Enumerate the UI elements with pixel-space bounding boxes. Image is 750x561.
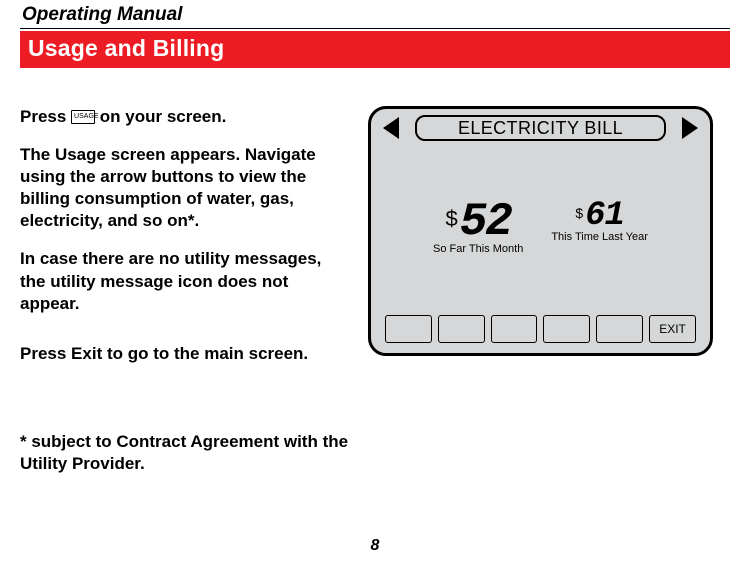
softkey-2[interactable] (438, 315, 485, 343)
nav-prev-button[interactable] (371, 109, 411, 147)
exit-word: Exit (71, 344, 102, 363)
text: Press (20, 107, 71, 126)
para-press-exit: Press Exit to go to the main screen. (20, 343, 350, 365)
text: to go to the main screen. (102, 344, 308, 363)
readout-previous-value-row: $61 (551, 199, 648, 233)
softkey-1[interactable] (385, 315, 432, 343)
screen-title: ELECTRICITY BILL (458, 118, 623, 139)
softkey-5[interactable] (596, 315, 643, 343)
readouts: $52 So Far This Month $61 This Time Last… (371, 199, 710, 255)
device-title-bar: ELECTRICITY BILL (371, 109, 710, 147)
readout-current-value-row: $52 (433, 199, 523, 245)
readout-previous: $61 This Time Last Year (551, 199, 648, 255)
softkey-3[interactable] (491, 315, 538, 343)
screen-title-pill: ELECTRICITY BILL (415, 115, 666, 141)
manual-title: Operating Manual (22, 4, 182, 26)
footnote: * subject to Contract Agreement with the… (20, 431, 390, 475)
current-caption: So Far This Month (433, 243, 523, 255)
currency-symbol: $ (575, 205, 583, 221)
section-bar: Usage and Billing (20, 31, 730, 68)
previous-value: 61 (585, 199, 624, 233)
nav-next-button[interactable] (670, 109, 710, 147)
header-rule (20, 28, 730, 29)
softkey-row: EXIT (385, 315, 696, 343)
text: on your screen. (95, 107, 226, 126)
header: Operating Manual (20, 0, 730, 28)
readout-current: $52 So Far This Month (433, 199, 523, 255)
para-navigate: The Usage screen appears. Navigate using… (20, 144, 350, 232)
section-title: Usage and Billing (28, 35, 224, 61)
current-value: 52 (460, 199, 511, 245)
instructions: Press USAGE on your screen. The Usage sc… (20, 106, 350, 381)
page: Operating Manual Usage and Billing Press… (0, 0, 750, 561)
text: Press (20, 344, 71, 363)
device-screen: ELECTRICITY BILL $52 So Far This Month $… (368, 106, 713, 356)
arrow-right-icon (682, 117, 698, 139)
currency-symbol: $ (445, 206, 457, 231)
exit-button[interactable]: EXIT (649, 315, 696, 343)
content: Press USAGE on your screen. The Usage sc… (20, 106, 730, 381)
para-no-messages: In case there are no utility messages, t… (20, 248, 350, 314)
para-press-usage: Press USAGE on your screen. (20, 106, 350, 128)
page-number: 8 (0, 537, 750, 555)
previous-caption: This Time Last Year (551, 231, 648, 243)
softkey-4[interactable] (543, 315, 590, 343)
usage-icon: USAGE (71, 110, 95, 124)
softkey-label: EXIT (659, 322, 686, 336)
arrow-left-icon (383, 117, 399, 139)
